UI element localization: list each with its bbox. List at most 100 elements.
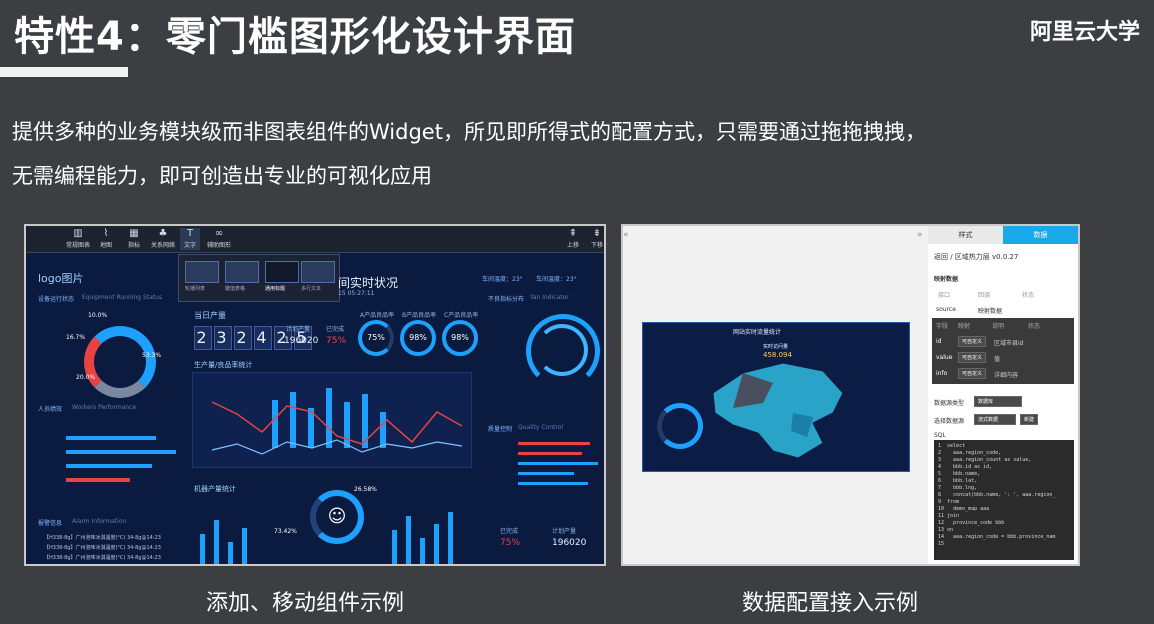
weather-right: 车间温度：23° (536, 276, 577, 283)
caption-left: 添加、移动组件示例 (206, 591, 405, 616)
field-name: info (936, 370, 948, 377)
digit: 3 (214, 326, 232, 350)
source-value[interactable]: 映射数据 (978, 306, 1002, 315)
field-col-field: 字段 (936, 323, 949, 330)
collapse-right-icon[interactable]: » (917, 230, 923, 240)
rate-ring-b: 98% (400, 320, 436, 356)
map-icon: ⌇ (103, 228, 109, 239)
popup-multiline-text[interactable] (301, 261, 335, 283)
collapse-left-icon[interactable]: « (623, 230, 629, 240)
panel-title-today: 当日产量 (194, 311, 226, 320)
sql-line: 3 aaa.region_count as value, (938, 457, 1032, 463)
bottom-planned-label: 计划产量 (552, 528, 577, 535)
indicator-icon: ▦ (129, 228, 139, 239)
digit: 4 (254, 326, 272, 350)
map-widget[interactable]: 网站实时流量统计 实时访问量 458.094 (642, 322, 910, 472)
field-name: id (936, 338, 942, 345)
toolbar-move-up[interactable]: ⇞ 上移 (564, 228, 582, 250)
completed-value: 75% (326, 336, 347, 346)
worker-bar-3 (66, 464, 152, 468)
popup-label: 轮播列表 (185, 286, 206, 292)
donut-label-2: 16.7% (66, 334, 86, 341)
pie-value-2: 73.42% (274, 528, 297, 535)
popup-kv-table[interactable] (225, 261, 259, 283)
ds-type-label: 数据源类型 (934, 400, 965, 407)
panel-title-machine: 机器产量统计 (194, 485, 236, 493)
sql-editor[interactable]: 1 select 2 aaa.region_code, 3 aaa.region… (934, 440, 1074, 560)
breadcrumb[interactable]: 返回 / 区域热力层 v0.0.27 (934, 252, 1018, 262)
toolbar-network[interactable]: ♣ 关系网络 (150, 228, 176, 250)
mapping-col-callback: 回调 (978, 292, 991, 299)
sql-line: 7 bbb.lng, (938, 485, 978, 491)
field-map-input[interactable]: 可自定义 (958, 368, 987, 379)
panel-subtitle-workers: Workers Performance (72, 404, 137, 411)
network-icon: ♣ (158, 228, 168, 239)
toolbar-label: 辅助图形 (206, 242, 231, 249)
slide-title: 特性4：零门槛图形化设计界面 (14, 14, 576, 60)
ds-select[interactable]: 流式数据 (974, 414, 1016, 425)
data-config-screenshot: « » 网站实时流量统计 实时访问量 458.094 样式 数据 返回 / 区域… (621, 224, 1080, 566)
panel-subtitle-distribution: Yan Indicator (530, 294, 569, 301)
toolbar-text[interactable]: T 文字 (180, 228, 200, 250)
panel-title-distribution: 不良指标分布 (488, 296, 525, 303)
mapping-col-interface: 接口 (938, 292, 951, 299)
china-map (712, 362, 844, 459)
field-map-input[interactable]: 可自定义 (958, 352, 987, 363)
quality-bar-2 (518, 452, 582, 455)
field-desc: 区域市县id (994, 340, 1024, 347)
field-desc: 详细内容 (994, 372, 1019, 379)
donut-label-1: 10.0% (88, 312, 108, 319)
toolbar-decoration[interactable]: ∞ 辅助图形 (206, 228, 232, 250)
toolbar-move-down[interactable]: ⇟ 下移 (588, 228, 604, 250)
panel-title-alarm: 报警信息 (38, 520, 63, 527)
ds-type-select[interactable]: 数据库 (974, 396, 1022, 407)
editor-toolbar: ▥ 常规图表 ⌇ 地图 ▦ 指标 ♣ 关系网络 T 文字 ∞ 辅助图形 ⇞ 上移 ⇟ 下移 (26, 226, 604, 253)
field-col-map: 映射 (958, 323, 971, 330)
worker-bar-2 (66, 450, 176, 454)
popup-label: 通用标题 (265, 286, 286, 292)
rate-label-a: A产品良品率 (360, 312, 395, 319)
weather-left: 车间温度：23° (482, 276, 523, 283)
config-panel: 样式 数据 返回 / 区域热力层 v0.0.27 映射数据 接口 回调 状态 s… (928, 226, 1078, 564)
field-table: 字段 映射 说明 状态 id 可自定义 区域市县id value 可自定义 值 … (932, 318, 1074, 384)
sql-line: 13 on (938, 527, 954, 533)
sql-line: 8 concat(bbb.name, ': ', aaa.region_ (938, 492, 1056, 498)
toolbar-label: 文字 (183, 242, 196, 249)
tab-data[interactable]: 数据 (1003, 226, 1078, 244)
sql-line: 11 join (938, 513, 960, 519)
map-title: 网站实时流量统计 (733, 329, 782, 336)
yield-chart (192, 372, 472, 468)
sql-line: 9 from (938, 499, 960, 505)
sql-line: 2 aaa.region_code, (938, 450, 1002, 456)
new-datasource-button[interactable]: 新建 (1020, 414, 1039, 425)
toolbar-map[interactable]: ⌇ 地图 (96, 228, 116, 250)
panel-subtitle-equipment: Equipment Running Status (82, 294, 163, 301)
field-desc: 值 (994, 356, 1001, 363)
planned-value: 196020 (284, 336, 319, 346)
toolbar-indicator[interactable]: ▦ 指标 (124, 228, 144, 250)
toolbar-label: 常规图表 (66, 242, 91, 249)
panel-title-equipment: 设备运行状态 (38, 296, 75, 303)
alarm-row: 【H338-8g】广州泡味冰淇温度(°C) 34-8g@14:23 (44, 555, 161, 561)
dashboard-header: 间实时状况 (338, 276, 399, 290)
dashboard-logo: logo图片 (38, 272, 84, 285)
field-map-input[interactable]: 可自定义 (958, 336, 987, 347)
popup-general-title[interactable] (265, 261, 299, 283)
ds-select-label: 选择数据源 (934, 418, 965, 425)
decoration-icon: ∞ (214, 228, 224, 239)
toolbar-chart[interactable]: ▥ 常规图表 (66, 228, 90, 250)
rate-ring-a: 75% (358, 320, 394, 356)
tab-style[interactable]: 样式 (928, 226, 1003, 244)
source-label: source (936, 306, 956, 313)
panel-title-workers: 人员绩效 (38, 406, 63, 413)
quality-bar-5 (518, 482, 588, 485)
popup-label: 键值表格 (225, 286, 246, 292)
alarm-row: 【H338-8g】广州泡味冰淇温度(°C) 34-8g@14:23 (44, 535, 161, 541)
panel-subtitle-quality: Quality Control (518, 424, 564, 431)
dashboard-time: 15 05:27:11 (338, 290, 375, 297)
move-up-icon: ⇞ (568, 228, 578, 239)
popup-carousel-list[interactable] (185, 261, 219, 283)
worker-bar-4 (66, 478, 130, 482)
planned-label: 计划产量 (286, 326, 311, 333)
toolbar-label: 下移 (590, 242, 603, 249)
